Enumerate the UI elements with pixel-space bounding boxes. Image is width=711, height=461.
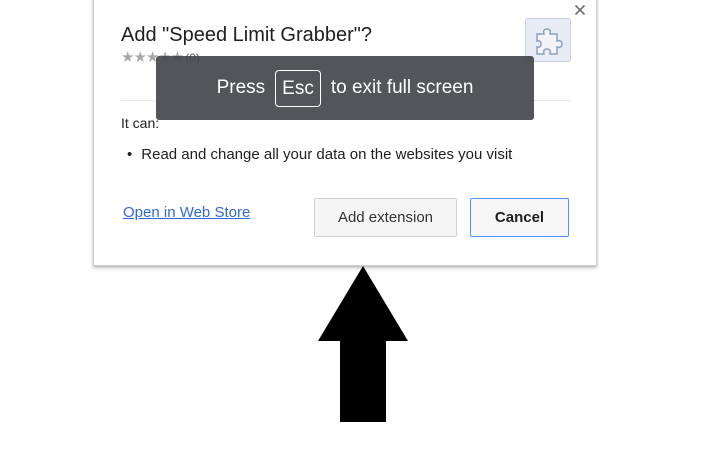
permissions-heading: It can: <box>121 115 160 131</box>
cancel-button[interactable]: Cancel <box>470 198 569 237</box>
esc-key-badge: Esc <box>275 69 321 107</box>
add-extension-button[interactable]: Add extension <box>314 198 457 237</box>
permission-text: Read and change all your data on the web… <box>141 146 513 163</box>
open-in-web-store-link[interactable]: Open in Web Store <box>123 204 250 221</box>
bullet: • <box>127 146 133 163</box>
close-icon[interactable] <box>572 2 588 18</box>
fullscreen-exit-toast: Press Esc to exit full screen <box>156 56 534 120</box>
dialog-title: Add "Speed Limit Grabber"? <box>121 24 373 46</box>
up-arrow-icon <box>318 266 408 422</box>
toast-suffix: to exit full screen <box>330 77 474 98</box>
toast-prefix: Press <box>216 77 266 98</box>
permission-item: • Read and change all your data on the we… <box>127 146 512 163</box>
extension-install-dialog: Add "Speed Limit Grabber"? ★★★★★ (0) It … <box>93 0 597 266</box>
